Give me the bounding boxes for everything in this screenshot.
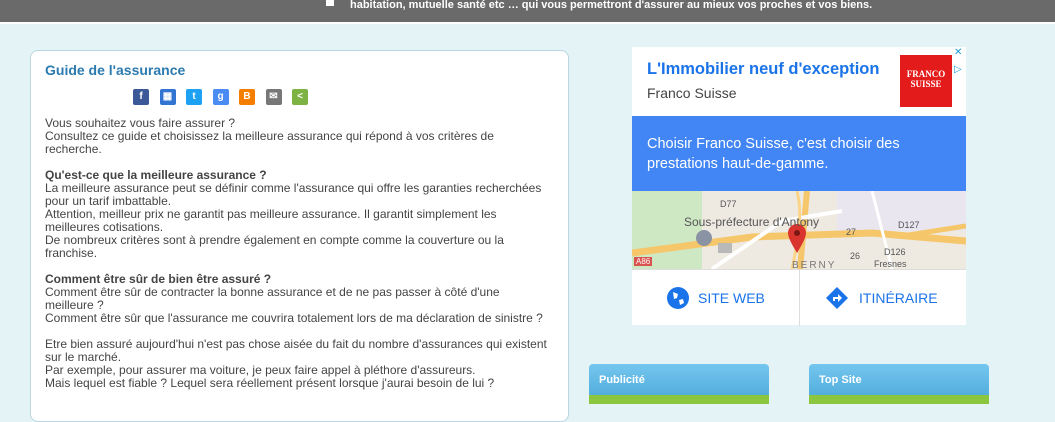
website-button-label: SITE WEB xyxy=(698,290,765,306)
ad-description-box[interactable]: Choisir Franco Suisse, c'est choisir des… xyxy=(632,116,966,191)
outro-line: Etre bien assuré aujourd'hui n'est pas c… xyxy=(45,337,547,364)
directions-icon xyxy=(826,287,848,309)
logo-text: FRANCO SUISSE xyxy=(906,69,946,89)
directions-button[interactable]: ITINÉRAIRE xyxy=(799,270,966,326)
top-banner: habitation, mutuelle santé etc … qui vou… xyxy=(0,0,1055,22)
ad-description: Choisir Franco Suisse, c'est choisir des… xyxy=(647,136,900,172)
delicious-icon[interactable]: ▦ xyxy=(159,89,176,105)
top-site-widget: Top Site xyxy=(809,364,989,404)
map-label: Sous-préfecture d'Antony xyxy=(684,215,820,229)
section-heading: Comment être sûr de bien être assuré ? xyxy=(45,272,272,286)
section-line: La meilleure assurance peut se définir c… xyxy=(45,181,542,208)
ad-map[interactable]: Sous-préfecture d'Antony D77 D127 D126 2… xyxy=(632,191,966,269)
website-button[interactable]: SITE WEB xyxy=(632,270,800,326)
banner-text: habitation, mutuelle santé etc … qui vou… xyxy=(350,0,873,11)
blogger-icon[interactable]: B xyxy=(239,89,255,105)
ad-title[interactable]: L'Immobilier neuf d'exception xyxy=(647,60,879,79)
map-label: A86 xyxy=(634,257,653,266)
section-paragraph: Comment être sûr de bien être assuré ? C… xyxy=(45,273,550,325)
map-label: D127 xyxy=(898,220,920,230)
outro-paragraph: Etre bien assuré aujourd'hui n'est pas c… xyxy=(45,338,550,390)
section-line: Comment être sûr que l'assurance me couv… xyxy=(45,311,543,325)
ad-banner[interactable]: L'Immobilier neuf d'exception Franco Sui… xyxy=(632,47,966,326)
map-label: D77 xyxy=(720,199,737,209)
directions-button-label: ITINÉRAIRE xyxy=(859,290,938,306)
guide-panel: Guide de l'assurance f ▦ t g B ✉ < Vous souhai… xyxy=(30,50,569,422)
ad-advertiser: Franco Suisse xyxy=(647,85,737,101)
intro-paragraph: Vous souhaitez vous faire assurer ? Cons… xyxy=(45,117,550,156)
map-label: BERNY xyxy=(792,260,837,269)
widget-title: Publicité xyxy=(599,374,645,386)
twitter-icon[interactable]: t xyxy=(186,89,202,105)
map-label: Fresnes xyxy=(874,259,907,269)
ad-actions: SITE WEB ITINÉRAIRE xyxy=(632,269,966,326)
map-label: D126 xyxy=(884,247,906,257)
outro-line: Par exemple, pour assurer ma voiture, je… xyxy=(45,363,476,377)
intro-line: Consultez ce guide et choisissez la meil… xyxy=(45,129,494,156)
share-icon[interactable]: < xyxy=(292,89,308,105)
map-label: 26 xyxy=(850,251,861,261)
ads-widget: Publicité xyxy=(589,364,769,404)
divider xyxy=(0,22,1055,33)
globe-icon xyxy=(667,287,689,309)
section-heading: Qu'est-ce que la meilleure assurance ? xyxy=(45,168,267,182)
facebook-icon[interactable]: f xyxy=(133,89,149,105)
section-line: Attention, meilleur prix ne garantit pas… xyxy=(45,207,497,234)
adchoices-icon[interactable]: ▷ xyxy=(954,64,962,75)
banner-tab xyxy=(326,0,334,6)
ad-logo[interactable]: FRANCO SUISSE xyxy=(900,55,952,107)
section-line: De nombreux critères sont à prendre égal… xyxy=(45,233,504,260)
intro-line: Vous souhaitez vous faire assurer ? xyxy=(45,116,236,130)
map-label: 27 xyxy=(846,227,857,237)
close-ad-icon[interactable]: ✕ xyxy=(954,47,962,58)
google-icon[interactable]: g xyxy=(212,89,229,105)
guide-body: Vous souhaitez vous faire assurer ? Cons… xyxy=(45,117,550,403)
guide-title: Guide de l'assurance xyxy=(45,62,186,78)
outro-line: Mais lequel est fiable ? Lequel sera rée… xyxy=(45,376,495,390)
map-graphic xyxy=(632,191,966,269)
section-line: Comment être sûr de contracter la bonne … xyxy=(45,285,500,312)
section-paragraph: Qu'est-ce que la meilleure assurance ? L… xyxy=(45,169,550,260)
email-icon[interactable]: ✉ xyxy=(265,89,282,105)
widget-title: Top Site xyxy=(819,374,862,386)
